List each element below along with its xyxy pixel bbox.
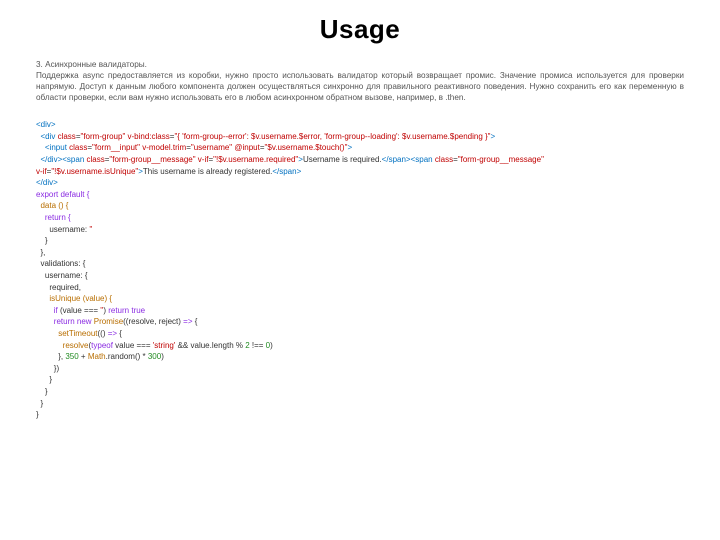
code-token: 350 (65, 352, 78, 361)
code-token: ) (270, 341, 273, 350)
code-token: class (67, 143, 87, 152)
code-token: v-model.trim (140, 143, 186, 152)
code-token: username: (36, 225, 89, 234)
code-token: 'string' (153, 341, 176, 350)
code-block: <div> <div class="form-group" v-bind:cla… (36, 119, 684, 420)
code-token: span (279, 167, 296, 176)
code-token: }) (36, 364, 59, 373)
code-token: This username is already registered. (143, 167, 272, 176)
code-token: .random() * (106, 352, 148, 361)
code-token: isUnique (value) { (36, 294, 112, 303)
code-token: "!$v.username.isUnique" (51, 167, 138, 176)
code-token: "form-group__message" (458, 155, 544, 164)
code-token: }, (36, 352, 65, 361)
code-token: < (36, 132, 45, 141)
code-token: div (43, 178, 53, 187)
code-token: !== (250, 341, 266, 350)
code-token: value === (113, 341, 153, 350)
code-token: } (36, 236, 48, 245)
code-token: > (491, 132, 496, 141)
code-token: => (183, 317, 192, 326)
code-token: required, (36, 283, 81, 292)
code-token: return true (108, 306, 145, 315)
code-token: class (55, 132, 75, 141)
code-token: > (347, 143, 352, 152)
code-token: >< (406, 155, 415, 164)
code-token: "username" (191, 143, 232, 152)
code-token: "form-group__message" (109, 155, 195, 164)
code-token: username: { (36, 271, 88, 280)
code-token: (() (98, 329, 108, 338)
code-token: "form-group" (80, 132, 125, 141)
code-token: div (41, 120, 51, 129)
code-token: return { (36, 213, 71, 222)
code-token: </ (36, 178, 43, 187)
code-token: validations: { (36, 259, 85, 268)
code-token: 300 (148, 352, 161, 361)
page: Usage 3. Асинхронные валидаторы.Поддержк… (0, 0, 720, 435)
code-token: if (36, 306, 58, 315)
code-token: v-if (36, 167, 47, 176)
code-token: v-bind:class (125, 132, 169, 141)
code-token: </ (382, 155, 389, 164)
code-token: return new (36, 317, 92, 326)
code-token: div (47, 155, 57, 164)
code-token: (value === (58, 306, 100, 315)
code-token: class (84, 155, 104, 164)
code-token: @input (232, 143, 260, 152)
code-token: >< (58, 155, 67, 164)
code-token: span (415, 155, 432, 164)
code-token: typeof (91, 341, 113, 350)
code-token: input (50, 143, 67, 152)
code-token: "!$v.username.required" (213, 155, 298, 164)
code-token: } (36, 387, 48, 396)
code-token: { (117, 329, 122, 338)
code-token: '' (89, 225, 92, 234)
code-token: Username is required. (303, 155, 382, 164)
code-token: span (67, 155, 84, 164)
code-token: setTimeout (36, 329, 98, 338)
code-token: => (108, 329, 117, 338)
code-token: } (36, 410, 39, 419)
code-token: && value.length % (175, 341, 245, 350)
code-token: + (79, 352, 88, 361)
code-token: } (36, 375, 52, 384)
intro-paragraph: 3. Асинхронные валидаторы.Поддержка asyn… (36, 59, 684, 103)
code-token: class (433, 155, 453, 164)
code-token: "{ 'form-group--error': $v.username.$err… (174, 132, 490, 141)
code-token: export default { (36, 190, 89, 199)
code-token: data () { (36, 201, 68, 210)
code-token: > (53, 178, 58, 187)
code-token: Promise (92, 317, 124, 326)
code-token: < (36, 143, 50, 152)
code-token: ((resolve, reject) (123, 317, 183, 326)
code-token: v-if (196, 155, 209, 164)
code-token: > (297, 167, 302, 176)
code-token: > (51, 120, 56, 129)
code-token: span (389, 155, 406, 164)
code-token: div (45, 132, 55, 141)
code-token: "$v.username.$touch()" (265, 143, 348, 152)
code-token: "form__input" (92, 143, 140, 152)
code-token: ) (161, 352, 164, 361)
code-token: { (193, 317, 198, 326)
code-token: } (36, 399, 43, 408)
code-token: Math (88, 352, 106, 361)
code-token: resolve (36, 341, 88, 350)
code-token: }, (36, 248, 45, 257)
page-title: Usage (36, 14, 684, 45)
code-token: </ (36, 155, 47, 164)
